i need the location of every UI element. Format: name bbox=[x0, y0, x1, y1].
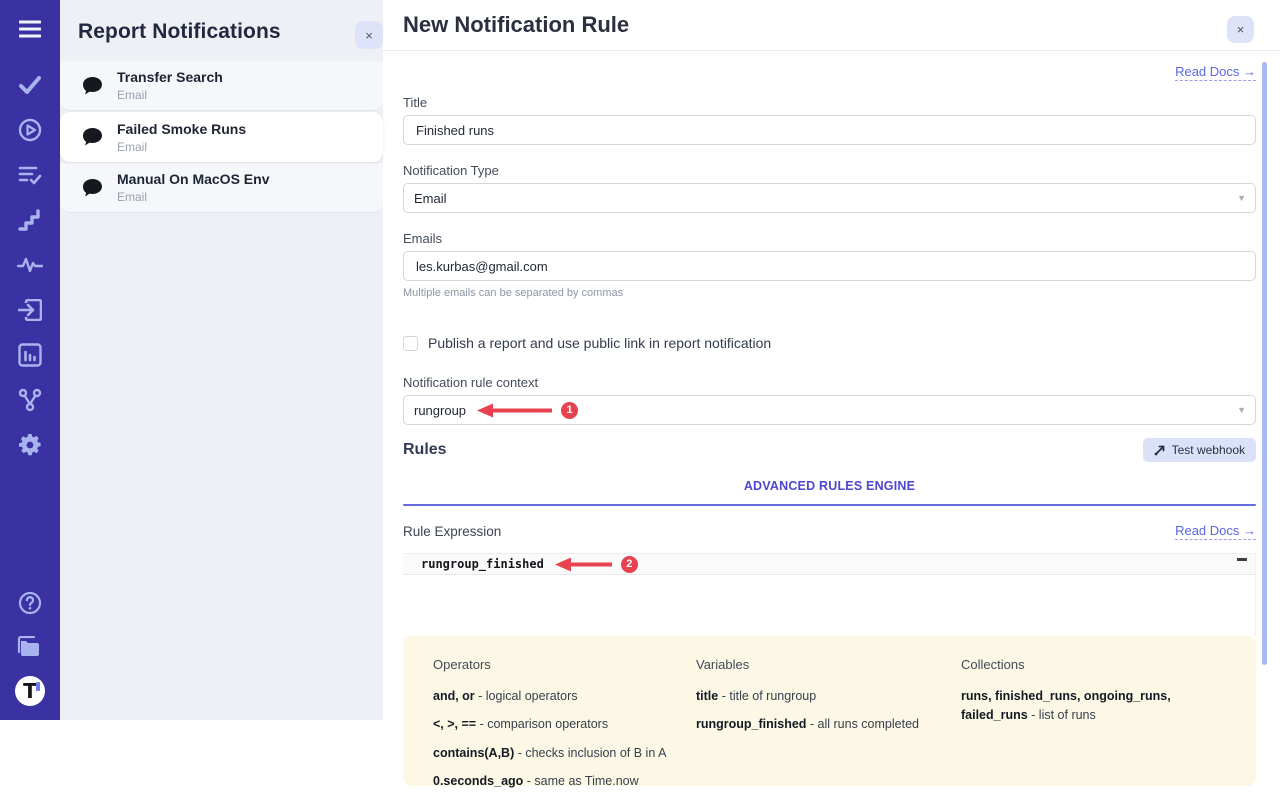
annotation-1: 1 bbox=[476, 402, 578, 419]
help-column-title: Collections bbox=[961, 657, 1228, 672]
help-column-operators: Operators and, or - logical operators <,… bbox=[433, 657, 696, 801]
play-circle-icon[interactable] bbox=[15, 115, 45, 145]
notification-type-select[interactable]: Email ▼ bbox=[403, 183, 1256, 213]
emails-input[interactable] bbox=[403, 251, 1256, 281]
tab-active-underline bbox=[403, 504, 1256, 506]
publish-report-label: Publish a report and use public link in … bbox=[428, 335, 771, 351]
fork-icon[interactable] bbox=[15, 385, 45, 415]
item-title: Transfer Search bbox=[117, 69, 223, 85]
context-select[interactable]: rungroup 1 ▼ bbox=[403, 395, 1256, 425]
library-icon[interactable] bbox=[15, 632, 45, 662]
chevron-down-icon: ▼ bbox=[1237, 193, 1246, 203]
scrollbar-thumb[interactable] bbox=[1262, 62, 1267, 665]
list-check-icon[interactable] bbox=[15, 160, 45, 190]
title-input[interactable] bbox=[403, 115, 1256, 145]
help-column-collections: Collections runs, finished_runs, ongoing… bbox=[961, 657, 1228, 801]
steps-icon[interactable] bbox=[15, 205, 45, 235]
item-title: Failed Smoke Runs bbox=[117, 121, 246, 137]
modal-header: New Notification Rule × bbox=[383, 0, 1280, 51]
list-item[interactable]: Manual On MacOS Env Email bbox=[60, 163, 383, 213]
chat-bubble-icon bbox=[82, 127, 103, 147]
close-icon: × bbox=[1237, 22, 1245, 37]
bar-chart-icon[interactable] bbox=[15, 340, 45, 370]
editor-ruler-marker bbox=[1237, 558, 1247, 561]
webhook-icon bbox=[1154, 444, 1166, 456]
check-icon[interactable] bbox=[15, 70, 45, 100]
test-webhook-button[interactable]: Test webhook bbox=[1143, 438, 1256, 462]
chat-bubble-icon bbox=[82, 178, 103, 198]
red-arrow-icon bbox=[554, 557, 614, 572]
chevron-down-icon: ▼ bbox=[1237, 405, 1246, 415]
close-icon: × bbox=[365, 28, 373, 43]
notification-type-label: Notification Type bbox=[403, 163, 1256, 178]
report-notifications-panel: Report Notifications × Transfer Search E… bbox=[60, 0, 383, 720]
help-column-title: Operators bbox=[433, 657, 696, 672]
item-title: Manual On MacOS Env bbox=[117, 171, 269, 187]
sign-in-icon[interactable] bbox=[15, 295, 45, 325]
annotation-2: 2 bbox=[554, 556, 638, 573]
app-logo[interactable]: T bbox=[15, 676, 45, 706]
help-item: and, or - logical operators bbox=[433, 687, 696, 706]
item-type: Email bbox=[117, 88, 223, 102]
item-type: Email bbox=[117, 140, 246, 154]
red-arrow-icon bbox=[476, 403, 554, 418]
publish-report-checkbox[interactable] bbox=[403, 336, 418, 351]
gear-icon[interactable] bbox=[15, 430, 45, 460]
rule-expression-label: Rule Expression bbox=[403, 524, 501, 539]
notification-list: Transfer Search Email Failed Smoke Runs … bbox=[60, 61, 383, 213]
help-item: 0.seconds_ago - same as Time.now bbox=[433, 772, 696, 791]
list-item[interactable]: Failed Smoke Runs Email bbox=[60, 112, 383, 162]
app-logo-letter: T bbox=[23, 681, 37, 701]
panel-close-button[interactable]: × bbox=[355, 21, 383, 49]
modal-title: New Notification Rule bbox=[403, 12, 629, 38]
notification-type-value: Email bbox=[414, 191, 447, 206]
help-item: contains(A,B) - checks inclusion of B in… bbox=[433, 744, 696, 763]
app-logo-accent bbox=[36, 682, 40, 691]
help-item: rungroup_finished - all runs completed bbox=[696, 715, 961, 734]
modal-close-button[interactable]: × bbox=[1227, 16, 1254, 43]
rules-help-panel: Operators and, or - logical operators <,… bbox=[403, 636, 1256, 786]
help-item: <, >, == - comparison operators bbox=[433, 715, 696, 734]
rule-expression-editor[interactable]: rungroup_finished 2 bbox=[403, 553, 1256, 636]
rule-expression-code: rungroup_finished bbox=[421, 557, 544, 571]
read-docs-link[interactable]: Read Docs → bbox=[1175, 523, 1256, 540]
new-notification-rule-modal: New Notification Rule × Read Docs → Titl… bbox=[383, 0, 1280, 720]
emails-helper-text: Multiple emails can be separated by comm… bbox=[403, 287, 1256, 299]
item-type: Email bbox=[117, 190, 269, 204]
help-column-title: Variables bbox=[696, 657, 961, 672]
tab-advanced-rules-engine[interactable]: ADVANCED RULES ENGINE bbox=[744, 479, 915, 493]
help-item: title - title of rungroup bbox=[696, 687, 961, 706]
help-column-variables: Variables title - title of rungroup rung… bbox=[696, 657, 961, 801]
rules-heading: Rules bbox=[403, 441, 447, 459]
help-circle-icon[interactable] bbox=[15, 588, 45, 618]
title-label: Title bbox=[403, 95, 1256, 110]
panel-title: Report Notifications bbox=[60, 0, 383, 44]
read-docs-link[interactable]: Read Docs → bbox=[1175, 64, 1256, 81]
annotation-badge-1: 1 bbox=[561, 402, 578, 419]
chat-bubble-icon bbox=[82, 76, 103, 96]
activity-icon[interactable] bbox=[15, 250, 45, 280]
menu-icon[interactable] bbox=[15, 14, 45, 44]
annotation-badge-2: 2 bbox=[621, 556, 638, 573]
editor-active-line[interactable]: rungroup_finished 2 bbox=[403, 553, 1255, 575]
context-label: Notification rule context bbox=[403, 375, 1256, 390]
app-icon-rail: T bbox=[0, 0, 60, 720]
emails-label: Emails bbox=[403, 231, 1256, 246]
context-value: rungroup bbox=[414, 403, 466, 418]
test-webhook-label: Test webhook bbox=[1172, 443, 1245, 457]
list-item[interactable]: Transfer Search Email bbox=[60, 61, 383, 111]
